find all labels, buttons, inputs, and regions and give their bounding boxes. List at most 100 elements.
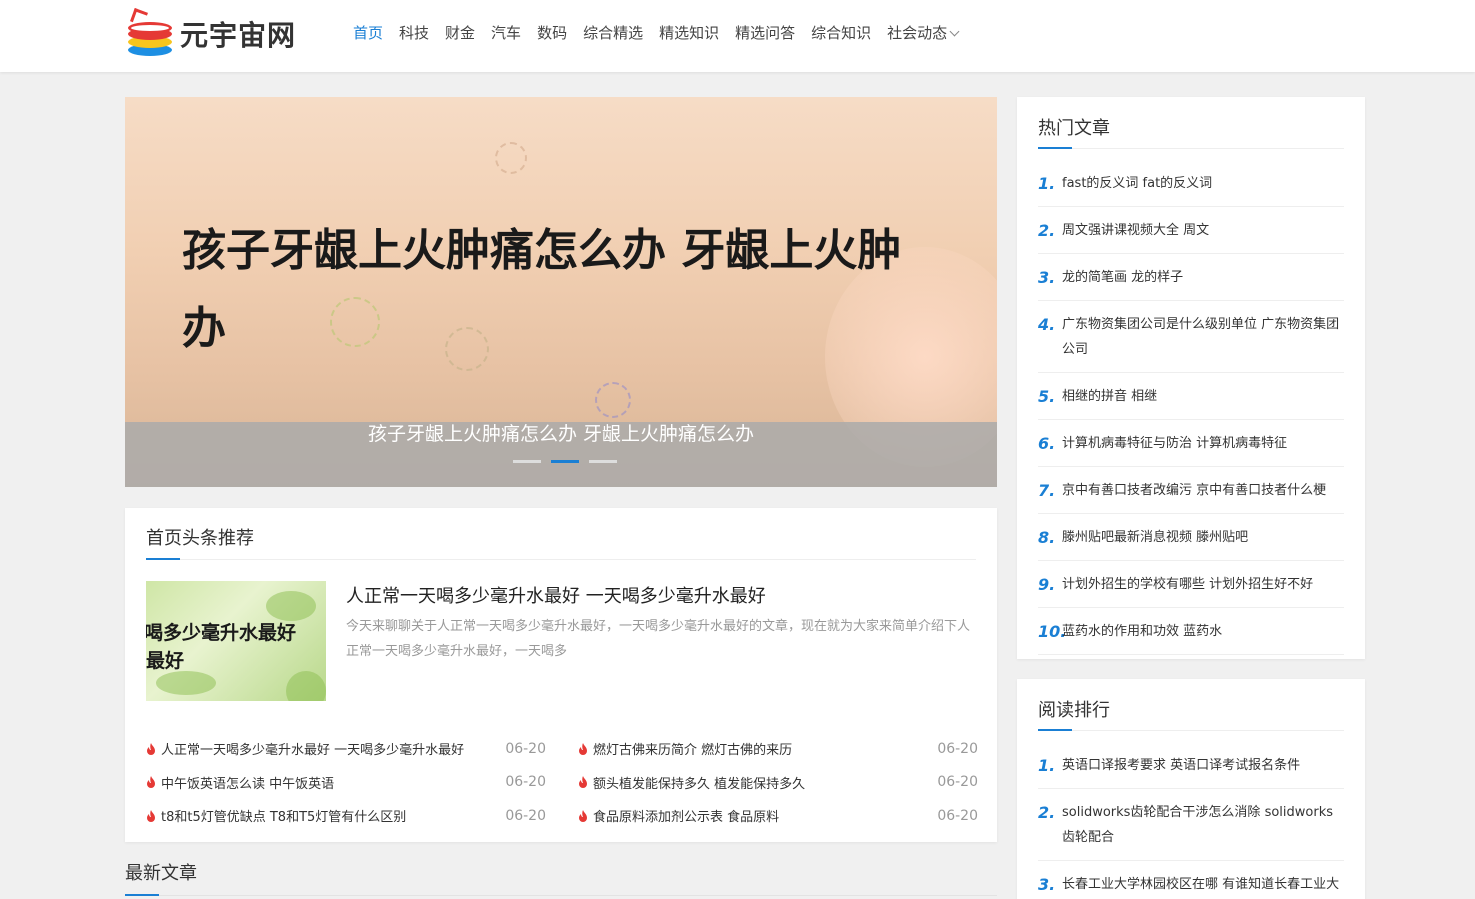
article-link[interactable]: solidworks齿轮配合干涉怎么消除 solidworks齿轮配合 <box>1062 800 1344 850</box>
rank-number: 10. <box>1038 622 1067 641</box>
carousel-image-line-1: 孩子牙龈上火肿痛怎么办 牙龈上火肿 <box>182 225 902 276</box>
hero-carousel[interactable]: 孩子牙龈上火肿痛怎么办 牙龈上火肿 办 孩子牙龈上火肿痛怎么办 牙龈上火肿痛怎么… <box>125 97 997 487</box>
rank-number: 2. <box>1038 221 1056 240</box>
thumbnail-line-1: 一天喝多少毫升水最好 <box>146 622 297 644</box>
fire-icon <box>147 776 155 789</box>
rank-number: 3. <box>1038 875 1056 894</box>
article-link[interactable]: fast的反义词 fat的反义词 <box>1062 171 1344 196</box>
list-item[interactable]: 1. 英语口译报考要求 英语口译考试报名条件 <box>1038 742 1344 789</box>
article-link[interactable]: 周文强讲课视频大全 周文 <box>1062 218 1344 243</box>
article-link[interactable]: 龙的简笔画 龙的样子 <box>1062 265 1344 290</box>
nav-item-finance[interactable]: 财金 <box>437 20 483 46</box>
news-item[interactable]: 燃灯古佛来历简介 燃灯古佛的来历 06-20 <box>578 732 978 766</box>
rank-number: 5. <box>1038 387 1056 406</box>
news-title[interactable]: 额头植发能保持多久 植发能保持多久 <box>593 773 978 792</box>
nav-item-knowledge[interactable]: 精选知识 <box>651 20 727 46</box>
carousel-image-line-2: 办 <box>182 303 226 354</box>
site-header: 元宇宙网 首页 科技 财金 汽车 数码 综合精选 精选知识 精选问答 综合知识 … <box>0 0 1475 72</box>
rank-number: 4. <box>1038 315 1056 334</box>
section-title: 首页头条推荐 <box>146 528 254 549</box>
news-date: 06-20 <box>937 774 978 791</box>
carousel-dots <box>508 460 622 463</box>
news-date: 06-20 <box>937 740 978 757</box>
headline-recommend-box: 首页头条推荐 一天喝多少毫升水最好 最好 人正常一天喝多少毫升水最好 一天喝多少… <box>125 508 997 842</box>
featured-thumbnail-text: 一天喝多少毫升水最好 最好 <box>146 619 326 675</box>
nav-item-auto[interactable]: 汽车 <box>483 20 529 46</box>
list-item[interactable]: 9. 计划外招生的学校有哪些 计划外招生好不好 <box>1038 561 1344 608</box>
list-item[interactable]: 3. 龙的简笔画 龙的样子 <box>1038 254 1344 301</box>
reading-rank-panel: 阅读排行 1. 英语口译报考要求 英语口译考试报名条件 2. solidworks齿轮… <box>1017 679 1365 899</box>
featured-thumbnail[interactable]: 一天喝多少毫升水最好 最好 <box>146 581 326 701</box>
article-link[interactable]: 滕州贴吧最新消息视频 滕州贴吧 <box>1062 525 1344 550</box>
fire-icon <box>579 776 587 789</box>
fire-icon <box>147 742 155 755</box>
rank-number: 3. <box>1038 268 1056 287</box>
article-link[interactable]: 京中有善口技者改编污 京中有善口技者什么梗 <box>1062 478 1344 503</box>
article-link[interactable]: 计算机病毒特征与防治 计算机病毒特征 <box>1062 431 1344 456</box>
news-list-left: 人正常一天喝多少毫升水最好 一天喝多少毫升水最好 06-20 中午饭英语怎么读 … <box>146 732 546 833</box>
carousel-caption[interactable]: 孩子牙龈上火肿痛怎么办 牙龈上火肿痛怎么办 <box>125 419 997 446</box>
rank-number: 1. <box>1038 174 1056 193</box>
news-title[interactable]: 燃灯古佛来历简介 燃灯古佛的来历 <box>593 739 978 758</box>
news-item[interactable]: 额头植发能保持多久 植发能保持多久 06-20 <box>578 766 978 800</box>
hot-articles-list: 1. fast的反义词 fat的反义词 2. 周文强讲课视频大全 周文 3. 龙的简笔画 … <box>1038 160 1344 655</box>
chevron-down-icon <box>949 26 960 37</box>
divider <box>146 558 976 560</box>
nav-item-general-knowledge[interactable]: 综合知识 <box>803 20 879 46</box>
list-item[interactable]: 3. 长春工业大学林园校区在哪 有谁知道长春工业大学林园校区在哪 <box>1038 861 1344 899</box>
news-title[interactable]: 食品原料添加剂公示表 食品原料 <box>593 806 978 825</box>
article-link[interactable]: 广东物资集团公司是什么级别单位 广东物资集团公司 <box>1062 312 1344 362</box>
nav-item-qa[interactable]: 精选问答 <box>727 20 803 46</box>
list-item[interactable]: 6. 计算机病毒特征与防治 计算机病毒特征 <box>1038 420 1344 467</box>
carousel-dot[interactable] <box>513 460 541 463</box>
news-item[interactable]: 中午饭英语怎么读 中午饭英语 06-20 <box>146 766 546 800</box>
list-item[interactable]: 4. 广东物资集团公司是什么级别单位 广东物资集团公司 <box>1038 301 1344 373</box>
list-item[interactable]: 8. 滕州贴吧最新消息视频 滕州贴吧 <box>1038 514 1344 561</box>
news-title[interactable]: 中午饭英语怎么读 中午饭英语 <box>161 773 546 792</box>
rank-number: 7. <box>1038 481 1056 500</box>
nav-item-society[interactable]: 社会动态 <box>879 20 966 46</box>
carousel-image-text: 孩子牙龈上火肿痛怎么办 牙龈上火肿 办 <box>182 212 997 368</box>
rank-number: 8. <box>1038 528 1056 547</box>
divider <box>125 894 997 896</box>
carousel-dot[interactable] <box>589 460 617 463</box>
news-title[interactable]: t8和t5灯管优缺点 T8和T5灯管有什么区别 <box>161 806 546 825</box>
list-item[interactable]: 2. solidworks齿轮配合干涉怎么消除 solidworks齿轮配合 <box>1038 789 1344 861</box>
news-item[interactable]: 人正常一天喝多少毫升水最好 一天喝多少毫升水最好 06-20 <box>146 732 546 766</box>
list-item[interactable]: 1. fast的反义词 fat的反义词 <box>1038 160 1344 207</box>
news-item[interactable]: 食品原料添加剂公示表 食品原料 06-20 <box>578 799 978 833</box>
reading-rank-list: 1. 英语口译报考要求 英语口译考试报名条件 2. solidworks齿轮配合干涉怎… <box>1038 742 1344 899</box>
list-item[interactable]: 7. 京中有善口技者改编污 京中有善口技者什么梗 <box>1038 467 1344 514</box>
article-link[interactable]: 英语口译报考要求 英语口译考试报名条件 <box>1062 753 1344 778</box>
article-link[interactable]: 相继的拼音 相继 <box>1062 384 1344 409</box>
rank-number: 6. <box>1038 434 1056 453</box>
thumbnail-line-2: 最好 <box>146 650 185 672</box>
nav-item-digital[interactable]: 数码 <box>529 20 575 46</box>
divider <box>1038 729 1344 731</box>
news-list-right: 燃灯古佛来历简介 燃灯古佛的来历 06-20 额头植发能保持多久 植发能保持多久… <box>578 732 978 833</box>
nav-item-featured[interactable]: 综合精选 <box>575 20 651 46</box>
list-item[interactable]: 10. 蓝药水的作用和功效 蓝药水 <box>1038 608 1344 655</box>
carousel-dot-active[interactable] <box>551 460 579 463</box>
fire-icon <box>147 809 155 822</box>
divider <box>1038 147 1344 149</box>
nav-item-home[interactable]: 首页 <box>345 20 391 46</box>
article-link[interactable]: 蓝药水的作用和功效 蓝药水 <box>1062 619 1344 644</box>
article-link[interactable]: 计划外招生的学校有哪些 计划外招生好不好 <box>1062 572 1344 597</box>
site-name: 元宇宙网 <box>180 19 297 52</box>
site-logo[interactable]: 元宇宙网 <box>126 8 306 60</box>
article-link[interactable]: 长春工业大学林园校区在哪 有谁知道长春工业大学林园校区在哪 <box>1062 872 1344 899</box>
latest-articles-title: 最新文章 <box>125 863 197 884</box>
fire-icon <box>579 809 587 822</box>
rank-number: 9. <box>1038 575 1056 594</box>
main-nav: 首页 科技 财金 汽车 数码 综合精选 精选知识 精选问答 综合知识 社会动态 <box>345 20 966 46</box>
news-title[interactable]: 人正常一天喝多少毫升水最好 一天喝多少毫升水最好 <box>161 739 546 758</box>
nav-item-tech[interactable]: 科技 <box>391 20 437 46</box>
rank-number: 2. <box>1038 803 1056 822</box>
list-item[interactable]: 5. 相继的拼音 相继 <box>1038 373 1344 420</box>
news-date: 06-20 <box>505 774 546 791</box>
featured-title-link[interactable]: 人正常一天喝多少毫升水最好 一天喝多少毫升水最好 <box>346 582 766 608</box>
news-date: 06-20 <box>937 807 978 824</box>
news-item[interactable]: t8和t5灯管优缺点 T8和T5灯管有什么区别 06-20 <box>146 799 546 833</box>
list-item[interactable]: 2. 周文强讲课视频大全 周文 <box>1038 207 1344 254</box>
